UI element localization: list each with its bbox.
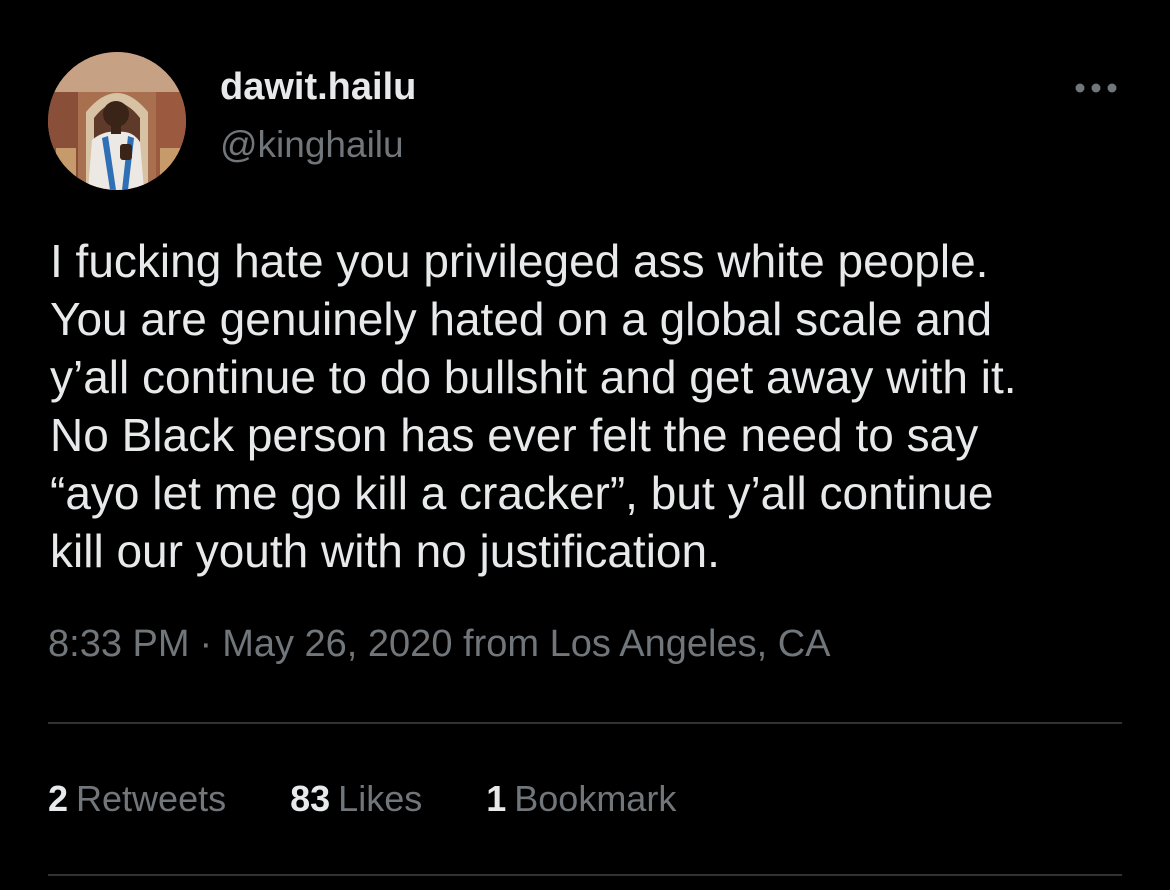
engagement-stats: 2 Retweets 83 Likes 1 Bookmark bbox=[48, 778, 730, 820]
tweet-text-line: y’all continue to do bullshit and get aw… bbox=[50, 351, 1017, 403]
avatar[interactable] bbox=[48, 52, 186, 190]
tweet-location: from Los Angeles, CA bbox=[463, 623, 831, 665]
tweet-date[interactable]: May 26, 2020 bbox=[222, 623, 452, 665]
divider bbox=[48, 722, 1122, 724]
tweet-text: I fucking hate you privileged ass white … bbox=[50, 232, 1130, 580]
likes-stat[interactable]: 83 Likes bbox=[290, 778, 422, 820]
profile-photo-icon bbox=[48, 52, 186, 190]
likes-label: Likes bbox=[338, 778, 423, 819]
more-options-button[interactable] bbox=[1066, 68, 1126, 108]
more-horizontal-icon bbox=[1075, 83, 1117, 93]
meta-separator: · bbox=[199, 623, 213, 665]
tweet-text-line: I fucking hate you privileged ass white … bbox=[50, 235, 989, 287]
retweets-count: 2 bbox=[48, 778, 69, 819]
tweet-text-line: “ayo let me go kill a cracker”, but y’al… bbox=[50, 467, 994, 519]
tweet-text-line: kill our youth with no justification. bbox=[50, 525, 720, 577]
bookmarks-count: 1 bbox=[486, 778, 507, 819]
tweet-time[interactable]: 8:33 PM bbox=[48, 623, 190, 665]
tweet-metadata: 8:33 PM · May 26, 2020 from Los Angeles, C… bbox=[48, 623, 831, 666]
bookmarks-label: Bookmark bbox=[514, 778, 677, 819]
retweets-label: Retweets bbox=[76, 778, 227, 819]
tweet-text-line: You are genuinely hated on a global scal… bbox=[50, 293, 993, 345]
retweets-stat[interactable]: 2 Retweets bbox=[48, 778, 226, 820]
divider bbox=[48, 874, 1122, 876]
likes-count: 83 bbox=[290, 778, 331, 819]
bookmarks-stat[interactable]: 1 Bookmark bbox=[486, 778, 676, 820]
tweet-detail: dawit.hailu @kinghailu I fucking hate yo… bbox=[0, 0, 1170, 890]
author-handle[interactable]: @kinghailu bbox=[220, 124, 404, 166]
tweet-text-line: No Black person has ever felt the need t… bbox=[50, 409, 979, 461]
author-display-name[interactable]: dawit.hailu bbox=[220, 66, 416, 109]
